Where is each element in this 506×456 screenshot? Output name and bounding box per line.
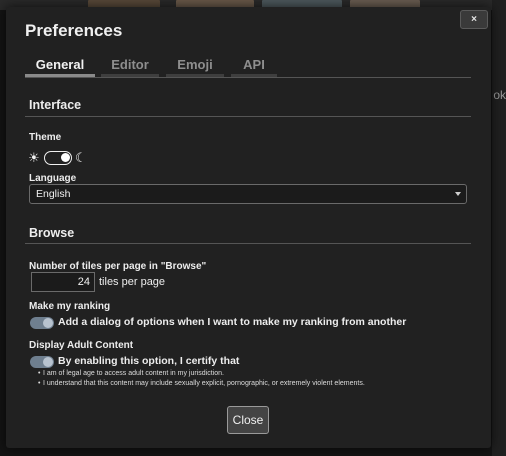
interface-heading: Interface: [29, 98, 82, 112]
toggle-knob: [61, 153, 70, 162]
tab-api[interactable]: API: [231, 55, 277, 77]
close-icon[interactable]: ×: [460, 10, 488, 29]
close-button[interactable]: Close: [227, 406, 269, 434]
section-divider: [25, 116, 471, 117]
chevron-down-icon: [455, 192, 461, 196]
tiles-per-page-input[interactable]: 24: [31, 272, 95, 292]
tiles-per-page-suffix: tiles per page: [99, 276, 166, 288]
section-divider: [25, 243, 471, 244]
background-text: ok: [493, 88, 506, 102]
adult-content-disclaimer: I am of legal age to access adult conten…: [38, 369, 365, 389]
ranking-dialog-toggle[interactable]: [30, 317, 54, 329]
theme-toggle[interactable]: [44, 151, 72, 165]
tab-general[interactable]: General: [25, 55, 95, 77]
tiles-per-page-label: Number of tiles per page in "Browse": [29, 261, 207, 272]
ranking-dialog-toggle-label: Add a dialog of options when I want to m…: [58, 316, 407, 328]
sun-icon: ☀: [28, 150, 40, 165]
theme-label: Theme: [29, 132, 62, 143]
language-select[interactable]: English: [29, 184, 467, 204]
toggle-knob: [43, 318, 53, 328]
tab-bar: General Editor Emoji API: [25, 55, 471, 78]
dialog-title: Preferences: [25, 21, 123, 40]
toggle-knob: [43, 357, 53, 367]
browse-heading: Browse: [29, 226, 75, 240]
adult-content-toggle-label: By enabling this option, I certify that: [58, 355, 240, 367]
list-item: I am of legal age to access adult conten…: [38, 369, 365, 379]
tab-emoji[interactable]: Emoji: [166, 55, 224, 77]
preferences-dialog: × Preferences General Editor Emoji API I…: [6, 7, 491, 448]
tab-editor[interactable]: Editor: [101, 55, 159, 77]
language-label: Language: [29, 173, 77, 184]
language-value: English: [36, 188, 71, 200]
moon-icon: ☾: [75, 150, 87, 165]
adult-content-toggle[interactable]: [30, 356, 54, 368]
list-item: I understand that this content may inclu…: [38, 379, 365, 389]
background-page-edge: [492, 0, 506, 456]
make-ranking-label: Make my ranking: [29, 301, 111, 312]
adult-content-label: Display Adult Content: [29, 340, 134, 351]
